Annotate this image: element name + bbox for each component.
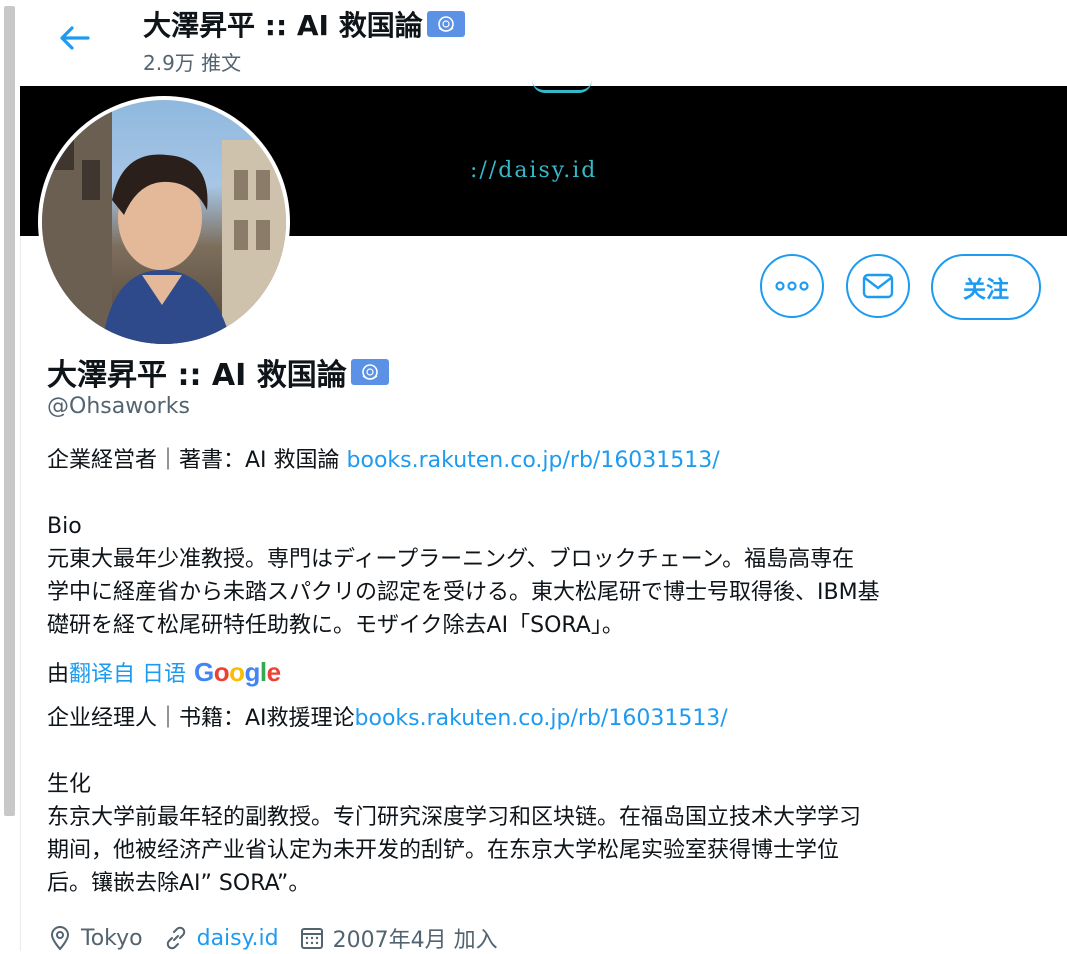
location-text: Tokyo — [81, 925, 143, 951]
profile-meta: Tokyo daisy.id 2007年4月 加入 — [47, 922, 518, 954]
avatar[interactable] — [38, 96, 290, 348]
profile-header: 大澤昇平 :: AI 救国論 2.9万 推文 — [20, 0, 1067, 86]
message-button[interactable] — [846, 254, 910, 318]
translated-body: 东京大学前最年轻的副教授。专门研究深度学习和区块链。在福岛国立技术大学学习 期间… — [47, 805, 862, 896]
tweet-count: 2.9万 推文 — [143, 51, 242, 75]
joined-item: 2007年4月 加入 — [299, 922, 498, 954]
banner-arc — [532, 80, 592, 93]
bio-body: 元東大最年少准教授。専門はディープラーニング、ブロックチェーン。福島高専在 学中… — [47, 547, 880, 638]
follow-button[interactable]: 关注 — [931, 254, 1041, 320]
un-flag-icon — [350, 359, 389, 385]
profile-handle: @Ohsaworks — [47, 394, 190, 419]
google-logo: Google — [194, 656, 281, 687]
link-icon — [166, 926, 185, 950]
translation-link[interactable]: 翻译自 日语 — [69, 656, 186, 688]
back-button[interactable] — [50, 14, 98, 62]
translated-bio: 企业经理人｜书籍：AI救援理论books.rakuten.co.jp/rb/16… — [47, 702, 1047, 900]
bio: 企業経営者｜著書：AI 救国論 books.rakuten.co.jp/rb/1… — [47, 444, 1047, 642]
bio-book-link[interactable]: books.rakuten.co.jp/rb/16031513/ — [347, 448, 720, 473]
translated-line1: 企业经理人｜书籍：AI救援理论 — [47, 706, 355, 731]
profile-name: 大澤昇平 :: AI 救国論 — [47, 358, 347, 393]
profile-name-row: 大澤昇平 :: AI 救国論 — [47, 350, 389, 394]
joined-text: 2007年4月 加入 — [332, 928, 498, 953]
header-title: 大澤昇平 :: AI 救国論 — [143, 9, 423, 42]
back-arrow-icon — [60, 26, 90, 50]
website-link[interactable]: daisy.id — [197, 926, 279, 951]
calendar-icon — [300, 928, 323, 949]
scrollbar-track[interactable] — [0, 0, 21, 951]
translated-section-label: 生化 — [47, 772, 92, 797]
location-icon — [50, 926, 70, 951]
translated-book-link[interactable]: books.rakuten.co.jp/rb/16031513/ — [355, 706, 728, 731]
translation-prefix: 由 — [47, 662, 70, 687]
mail-icon — [862, 273, 894, 299]
avatar-photo — [42, 100, 286, 344]
more-button[interactable] — [760, 254, 824, 318]
translation-attribution: 由翻译自 日语 Google — [47, 656, 281, 688]
un-flag-icon — [426, 11, 465, 37]
scrollbar-thumb[interactable] — [4, 6, 15, 816]
location-item: Tokyo — [47, 925, 143, 951]
website-item[interactable]: daisy.id — [163, 925, 279, 951]
banner-text: ://daisy.id — [470, 158, 598, 183]
bio-section-label: Bio — [47, 514, 82, 539]
more-icon — [775, 281, 809, 291]
bio-line1: 企業経営者｜著書：AI 救国論 — [47, 448, 347, 473]
header-title-row: 大澤昇平 :: AI 救国論 — [143, 4, 465, 44]
